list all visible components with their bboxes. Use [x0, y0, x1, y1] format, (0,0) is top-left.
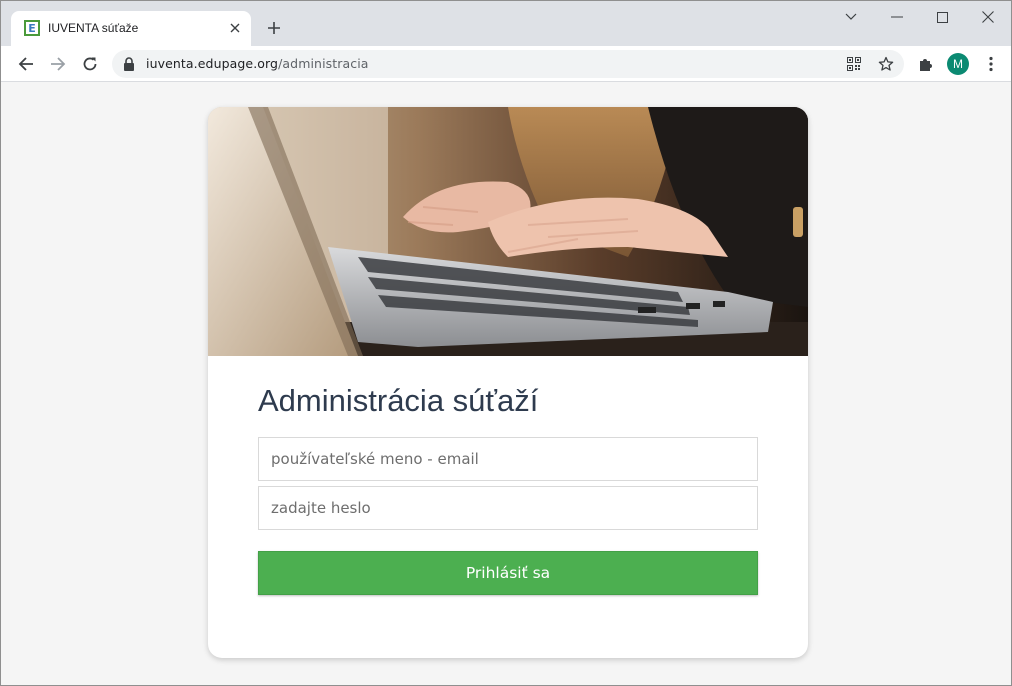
login-button[interactable]: Prihlásiť sa — [258, 551, 758, 595]
hero-laptop-image — [208, 107, 808, 356]
password-field[interactable] — [258, 486, 758, 530]
login-card: Administrácia súťaží Prihlásiť sa — [208, 107, 808, 658]
tab-strip: E IUVENTA súťaže — [1, 1, 1011, 46]
browser-tab[interactable]: E IUVENTA súťaže — [11, 11, 251, 46]
lock-icon — [124, 57, 134, 71]
page-title: Administrácia súťaží — [258, 383, 539, 418]
back-icon[interactable] — [13, 51, 39, 77]
minimize-icon[interactable] — [874, 1, 920, 33]
email-field[interactable] — [258, 437, 758, 481]
chevron-down-icon[interactable] — [828, 1, 874, 33]
forward-icon[interactable] — [45, 51, 71, 77]
url-path: /administracia — [278, 56, 369, 71]
url-host: iuventa.edupage.org — [146, 56, 279, 71]
extensions-icon[interactable] — [913, 51, 939, 77]
reload-icon[interactable] — [77, 51, 103, 77]
star-icon[interactable] — [873, 51, 899, 77]
favicon-icon: E — [24, 20, 40, 36]
browser-toolbar: iuventa.edupage.org/administracia M — [1, 46, 1011, 82]
favicon-letter: E — [28, 21, 36, 35]
qr-code-icon[interactable] — [841, 51, 867, 77]
plus-icon[interactable] — [263, 17, 285, 39]
window-close-icon[interactable] — [965, 1, 1011, 33]
menu-icon[interactable] — [978, 51, 1004, 77]
tab-title: IUVENTA súťaže — [48, 21, 139, 35]
page-content: Administrácia súťaží Prihlásiť sa — [1, 83, 1011, 685]
browser-window: E IUVENTA súťaže iuventa.edupage.org/adm… — [0, 0, 1012, 686]
maximize-icon[interactable] — [919, 1, 965, 33]
url-text: iuventa.edupage.org/administracia — [146, 56, 369, 71]
close-icon[interactable] — [227, 20, 243, 36]
avatar[interactable]: M — [947, 53, 969, 75]
address-bar[interactable]: iuventa.edupage.org/administracia — [112, 50, 904, 78]
